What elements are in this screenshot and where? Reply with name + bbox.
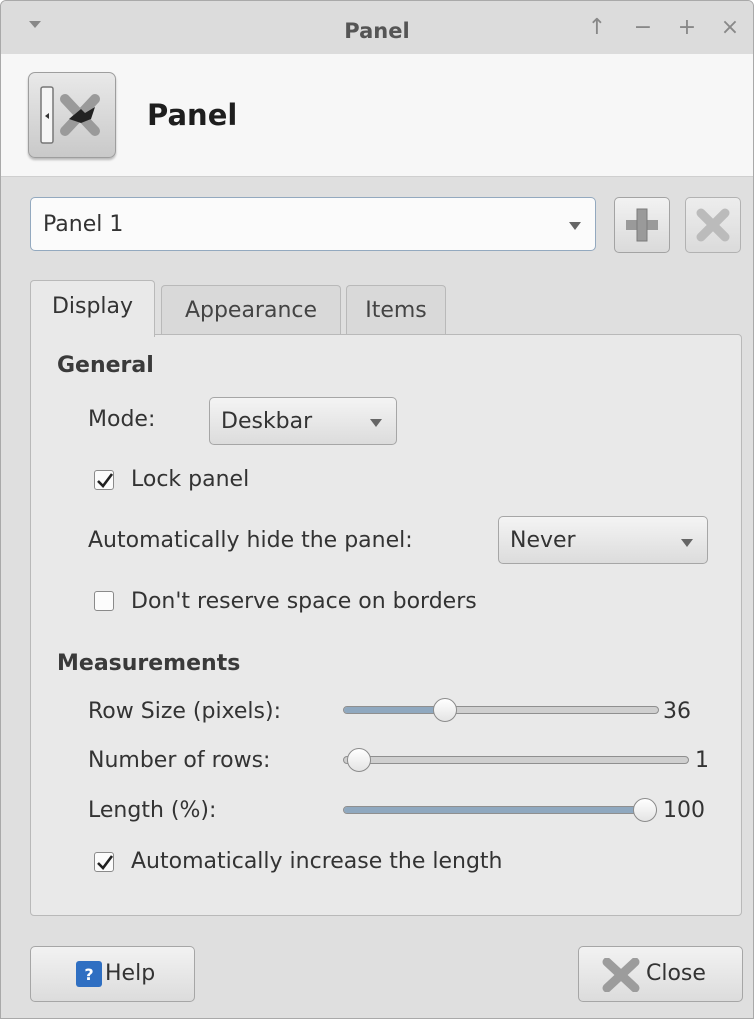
rows-label: Number of rows: [88, 748, 271, 773]
row-size-slider-fill [344, 707, 446, 713]
remove-icon [696, 208, 730, 242]
row-size-value: 36 [663, 699, 691, 724]
rows-value: 1 [695, 748, 709, 773]
close-window-icon[interactable]: × [719, 15, 741, 40]
close-button[interactable]: Close [578, 946, 743, 1002]
close-label: Close [646, 961, 706, 986]
length-slider-handle[interactable] [633, 798, 657, 822]
checkmark-icon [97, 473, 114, 488]
chevron-down-icon [370, 419, 382, 427]
length-slider-fill [344, 807, 646, 813]
dialog-heading: Panel [147, 98, 238, 132]
measurements-heading: Measurements [57, 651, 241, 676]
general-heading: General [57, 353, 154, 378]
minimize-icon[interactable]: − [632, 15, 654, 40]
maximize-icon[interactable]: + [676, 15, 698, 40]
auto-length-label: Automatically increase the length [131, 849, 503, 874]
dialog-header: Panel [1, 54, 753, 177]
lock-panel-checkbox[interactable] [94, 470, 114, 490]
length-value: 100 [663, 798, 705, 823]
reserve-space-checkbox[interactable] [94, 591, 114, 611]
autohide-value: Never [510, 528, 576, 553]
panel-preferences-icon [28, 72, 116, 158]
reserve-space-label: Don't reserve space on borders [131, 589, 477, 614]
help-label: Help [105, 961, 156, 986]
shade-up-icon[interactable]: ↑ [586, 15, 608, 40]
panel-select-value: Panel 1 [43, 212, 124, 237]
mode-label: Mode: [88, 407, 156, 432]
rows-slider[interactable] [343, 756, 689, 764]
mode-value: Deskbar [221, 409, 313, 434]
autohide-dropdown[interactable]: Never [498, 516, 708, 564]
auto-length-checkbox[interactable] [94, 852, 114, 872]
tab-items[interactable]: Items [346, 285, 446, 335]
tab-display[interactable]: Display [30, 280, 155, 337]
length-label: Length (%): [88, 798, 217, 823]
help-button[interactable]: ? Help [30, 946, 195, 1002]
add-panel-button[interactable] [614, 197, 670, 253]
panel-select[interactable]: Panel 1 [30, 197, 596, 251]
rows-slider-handle[interactable] [347, 748, 371, 772]
title-bar[interactable]: Panel ↑ − + × [1, 1, 753, 54]
row-size-label: Row Size (pixels): [88, 699, 282, 724]
checkmark-icon [97, 855, 114, 870]
help-icon: ? [76, 961, 102, 987]
chevron-down-icon [569, 222, 581, 230]
plus-icon [626, 208, 658, 242]
svg-text:?: ? [84, 965, 93, 984]
close-icon [602, 958, 640, 992]
mode-dropdown[interactable]: Deskbar [209, 397, 397, 445]
tab-appearance[interactable]: Appearance [161, 285, 341, 335]
autohide-label: Automatically hide the panel: [88, 528, 413, 553]
chevron-down-icon [681, 539, 693, 547]
row-size-slider[interactable] [343, 706, 659, 714]
remove-panel-button[interactable] [685, 197, 741, 253]
lock-panel-label: Lock panel [131, 467, 250, 492]
panel-preferences-window: Panel ↑ − + × Panel Panel 1 Display Appe… [0, 0, 754, 1019]
length-slider[interactable] [343, 806, 657, 814]
